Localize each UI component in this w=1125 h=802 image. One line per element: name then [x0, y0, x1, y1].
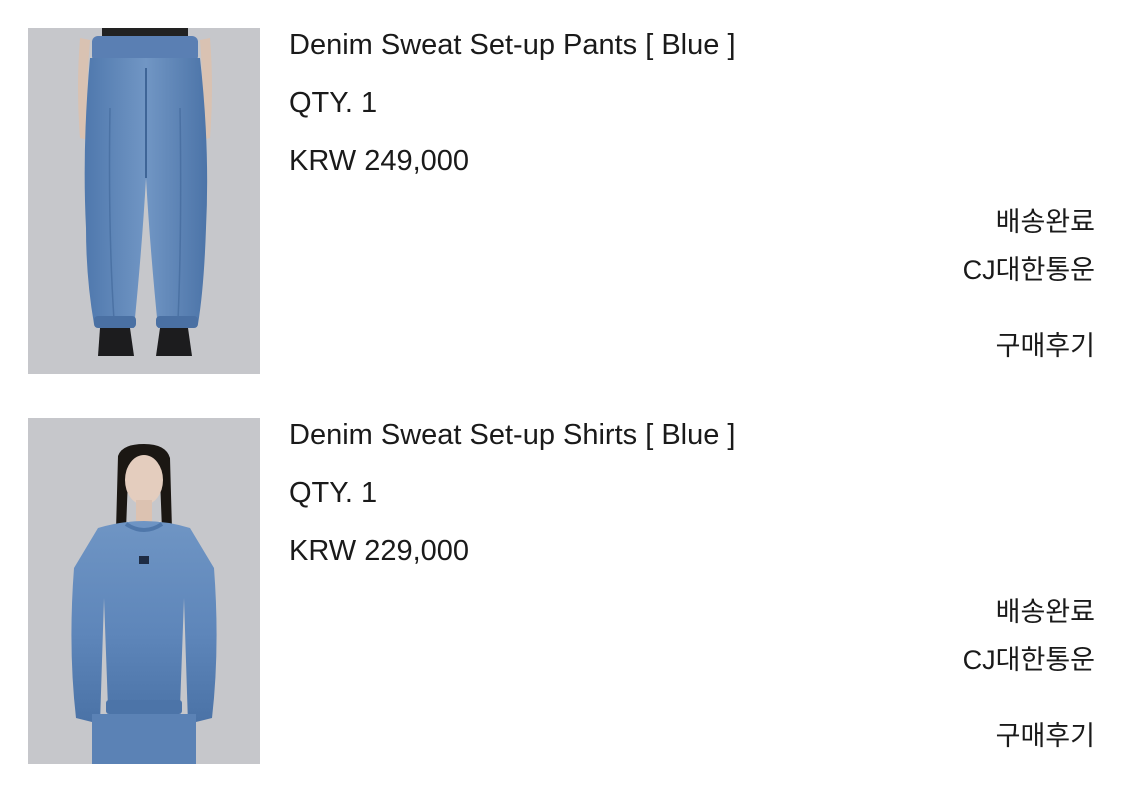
delivery-status: 배송완료 [995, 597, 1095, 627]
product-thumbnail[interactable] [28, 418, 260, 764]
product-name[interactable]: Denim Sweat Set-up Shirts [ Blue ] [289, 418, 735, 452]
quantity-text: QTY. 1 [289, 87, 378, 119]
delivery-status: 배송완료 [995, 207, 1095, 237]
write-review-button[interactable]: 구매후기 [996, 720, 1095, 752]
product-name[interactable]: Denim Sweat Set-up Pants [ Blue ] [289, 28, 736, 62]
order-item: Denim Sweat Set-up Shirts [ Blue ] QTY. … [0, 418, 1125, 768]
write-review-button[interactable]: 구매후기 [996, 330, 1095, 362]
order-item: Denim Sweat Set-up Pants [ Blue ] QTY. 1… [0, 28, 1125, 378]
courier-link[interactable]: CJ대한통운 [963, 254, 1095, 286]
courier-link[interactable]: CJ대한통운 [963, 644, 1095, 676]
pants-photo-illustration [28, 28, 260, 374]
quantity-text: QTY. 1 [289, 477, 378, 509]
shirt-photo-illustration [28, 418, 260, 764]
product-thumbnail[interactable] [28, 28, 260, 374]
price-text: KRW 249,000 [289, 145, 470, 177]
price-text: KRW 229,000 [289, 535, 470, 567]
